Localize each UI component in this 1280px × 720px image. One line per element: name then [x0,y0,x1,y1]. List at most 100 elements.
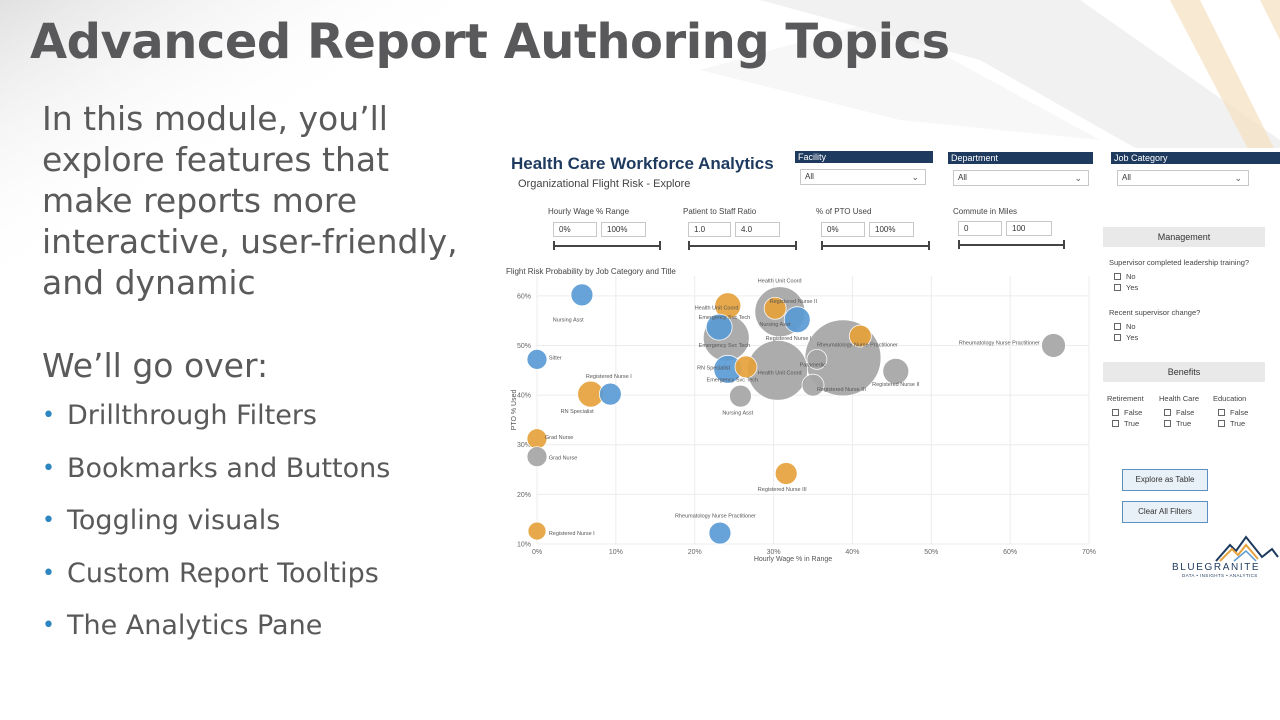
bubble-label: Registered Nurse III [817,387,866,393]
pto-used-label: % of PTO Used [816,207,872,216]
checkbox[interactable] [1218,420,1225,427]
checkbox[interactable] [1114,334,1121,341]
leadership-yes-option[interactable]: Yes [1114,283,1138,292]
slide-title: Advanced Report Authoring Topics [30,14,950,70]
slider-handle[interactable] [688,241,690,250]
retirement-true-option[interactable]: True [1112,419,1139,428]
y-tick-label: 60% [517,293,531,300]
slider-handle[interactable] [659,241,661,250]
topic-list: • Drillthrough Filters • Bookmarks and But… [42,400,390,663]
bubble [598,382,622,406]
checkbox[interactable] [1112,420,1119,427]
checkbox[interactable] [1164,420,1171,427]
health-care-false-option[interactable]: False [1164,408,1194,417]
checkbox[interactable] [1218,409,1225,416]
bubble-label: Health Unit Coord [695,305,739,311]
clear-all-filters-button[interactable]: Clear All Filters [1122,501,1208,523]
commute-min[interactable]: 0 [958,221,1002,236]
bubble-label: Registered Nurse I [549,531,595,537]
pto-used-max[interactable]: 100% [869,222,914,237]
bubble-label: Registered Nurse II [770,299,818,305]
slider-handle[interactable] [928,241,930,250]
bullet-icon: • [42,403,55,428]
x-tick-label: 10% [609,549,623,556]
bubble-label: Rheumatology Nurse Practitioner [817,342,898,348]
benefits-header: Benefits [1103,362,1265,382]
hourly-wage-min[interactable]: 0% [553,222,597,237]
education-false-option[interactable]: False [1218,408,1248,417]
patient-staff-min[interactable]: 1.0 [688,222,731,237]
bubble-label: Registered Nurse III [758,487,807,493]
job-category-dropdown[interactable]: All ⌄ [1117,170,1249,186]
hourly-wage-slider[interactable] [553,245,661,247]
bubble-label: Nursing Asst [553,318,584,324]
department-dropdown[interactable]: All ⌄ [953,170,1089,186]
commute-max[interactable]: 100 [1006,221,1052,236]
checkbox[interactable] [1112,409,1119,416]
option-label: No [1126,322,1136,331]
bubble [783,306,811,334]
pto-used-slider[interactable] [821,245,930,247]
topic-item: • Bookmarks and Buttons [42,453,390,506]
education-true-option[interactable]: True [1218,419,1245,428]
slider-handle[interactable] [958,240,960,249]
checkbox[interactable] [1114,284,1121,291]
slider-handle[interactable] [553,241,555,250]
bubble-label: Health Unit Coord [758,370,802,376]
option-label: True [1124,419,1140,428]
pto-used-min[interactable]: 0% [821,222,865,237]
topic-item: • The Analytics Pane [42,610,390,663]
explore-as-table-button[interactable]: Explore as Table [1122,469,1208,491]
chevron-down-icon: ⌄ [1234,173,1242,183]
slider-handle[interactable] [795,241,797,250]
facility-dropdown[interactable]: All ⌄ [800,169,926,185]
facility-slicer-header: Facility [795,151,933,163]
retirement-label: Retirement [1107,394,1144,403]
bubble [774,462,798,485]
mountain-icon [1215,535,1279,562]
x-tick-label: 40% [845,549,859,556]
intro-text: In this module, you’ll explore features … [42,99,458,302]
commute-label: Commute in Miles [953,207,1018,216]
topic-label: Bookmarks and Buttons [67,452,391,484]
patient-staff-max[interactable]: 4.0 [735,222,780,237]
health-care-true-option[interactable]: True [1164,419,1191,428]
slider-handle[interactable] [1063,240,1065,249]
commute-slider[interactable] [958,244,1065,246]
bubble-label: Rheumatology Nurse Practitioner [959,340,1040,346]
education-label: Education [1213,394,1247,403]
retirement-false-option[interactable]: False [1112,408,1142,417]
topic-label: The Analytics Pane [67,610,323,641]
x-tick-label: 70% [1082,549,1096,556]
bubble [526,348,548,370]
slider-handle[interactable] [821,241,823,250]
checkbox[interactable] [1164,409,1171,416]
hourly-wage-max[interactable]: 100% [601,222,646,237]
leadership-no-option[interactable]: No [1114,272,1136,281]
y-tick-label: 50% [517,343,531,350]
supervisor-change-no-option[interactable]: No [1114,322,1136,331]
bubble [729,384,752,408]
supervisor-change-yes-option[interactable]: Yes [1114,333,1138,342]
patient-staff-label: Patient to Staff Ratio [683,207,757,216]
bubble-label: Registered Nurse I [586,374,632,380]
bullet-icon: • [42,508,55,533]
chart-title: Flight Risk Probability by Job Category … [506,267,676,276]
checkbox[interactable] [1114,323,1121,330]
bullet-icon: • [42,455,55,481]
bullet-icon: • [42,613,55,638]
bubble-label: Nursing Asst [722,410,753,416]
bubble [527,521,547,541]
leadership-question: Supervisor completed leadership training… [1109,258,1250,267]
topic-item: • Toggling visuals [42,505,390,558]
topic-label: Toggling visuals [67,505,281,536]
job-category-slicer-header: Job Category [1111,152,1280,164]
job-category-value: All [1122,173,1131,182]
patient-staff-slider[interactable] [688,245,797,247]
bubble [526,446,548,468]
bubble [570,283,594,307]
option-label: True [1230,419,1246,428]
facility-value: All [805,172,814,181]
bubble-label: Rheumatology Nurse Practitioner [675,514,756,520]
checkbox[interactable] [1114,273,1121,280]
